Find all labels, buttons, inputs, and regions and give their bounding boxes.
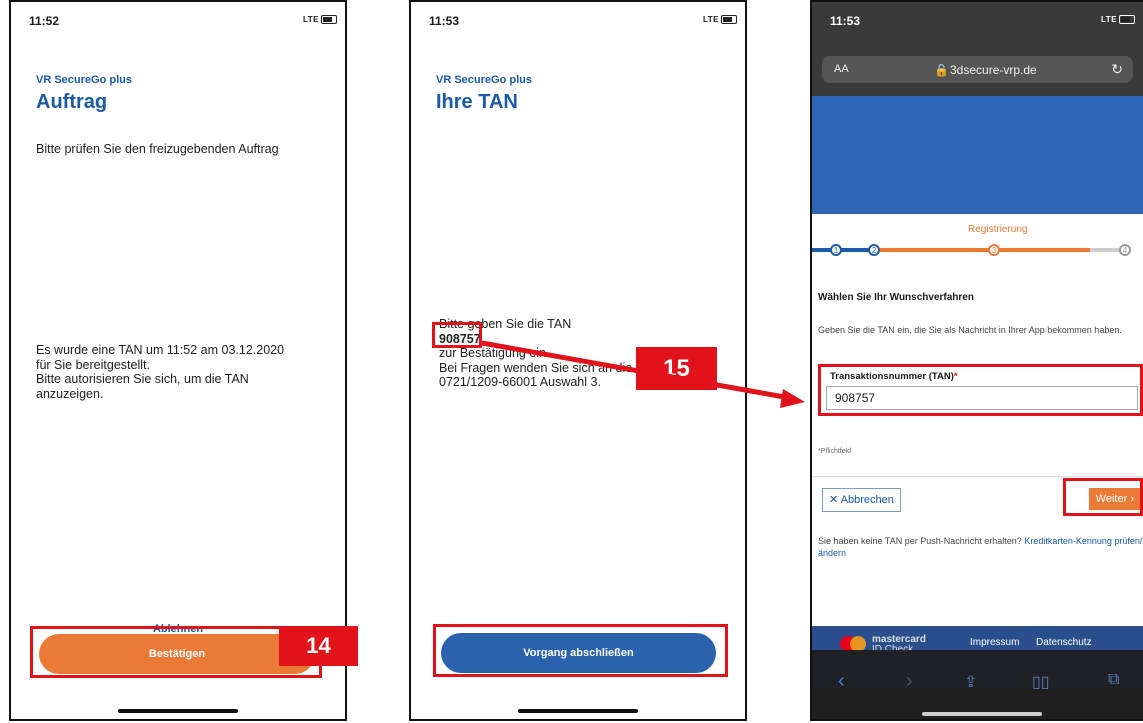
- highlight-next-button: [1063, 478, 1143, 516]
- annotation-arrow: [481, 340, 805, 408]
- highlight-tan-field: [818, 364, 1143, 416]
